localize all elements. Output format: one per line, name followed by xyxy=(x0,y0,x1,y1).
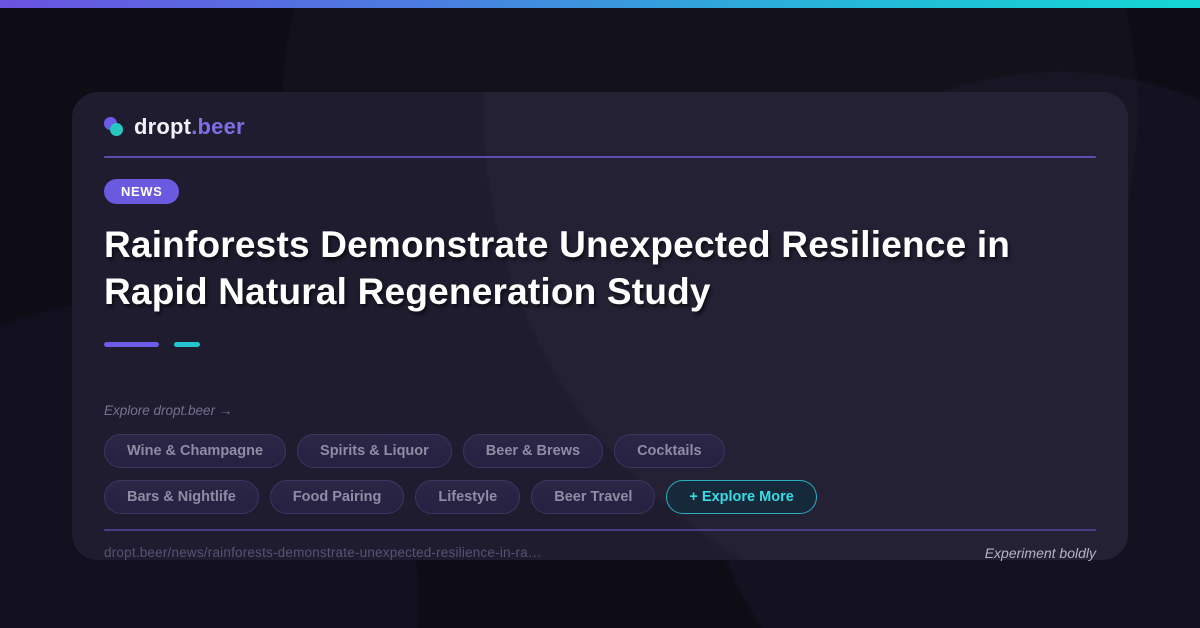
top-gradient-bar xyxy=(0,0,1200,8)
category-pill-bars-nightlife[interactable]: Bars & Nightlife xyxy=(104,480,259,514)
explore-more-button[interactable]: + Explore More xyxy=(666,480,817,514)
news-badge[interactable]: NEWS xyxy=(104,179,180,204)
logo-teal-circle xyxy=(110,123,123,136)
brand-name-secondary: .beer xyxy=(191,114,245,139)
article-headline: Rainforests Demonstrate Unexpected Resil… xyxy=(104,224,1011,312)
header-divider xyxy=(104,156,1096,158)
category-pill-beer-brews[interactable]: Beer & Brews xyxy=(462,434,604,468)
accent-bars xyxy=(104,342,1096,347)
brand-name-primary: dropt xyxy=(134,114,192,139)
category-pills: Wine & Champagne Spirits & Liquor Beer &… xyxy=(104,434,1096,514)
category-pill-spirits-liquor[interactable]: Spirits & Liquor xyxy=(297,434,452,468)
category-row-1: Wine & Champagne Spirits & Liquor Beer &… xyxy=(104,434,1096,468)
footer-divider xyxy=(104,529,1096,531)
dropt-logo-icon xyxy=(104,116,126,138)
category-pill-lifestyle[interactable]: Lifestyle xyxy=(415,480,521,514)
brand-name: dropt.beer xyxy=(134,114,245,140)
brand-tagline: Experiment boldly xyxy=(984,544,1096,561)
teal-accent-bar xyxy=(174,342,200,347)
article-url: dropt.beer/news/rainforests-demonstrate-… xyxy=(104,545,542,560)
share-card: dropt.beer NEWS Rainforests Demonstrate … xyxy=(72,92,1128,561)
category-row-2: Bars & Nightlife Food Pairing Lifestyle … xyxy=(104,480,1096,514)
explore-label: Explore dropt.beer → xyxy=(104,403,233,418)
brand-header: dropt.beer xyxy=(104,112,1096,142)
category-pill-cocktails[interactable]: Cocktails xyxy=(614,434,725,468)
card-footer: dropt.beer/news/rainforests-demonstrate-… xyxy=(104,545,1096,561)
category-pill-beer-travel[interactable]: Beer Travel xyxy=(531,480,656,514)
category-pill-food-pairing[interactable]: Food Pairing xyxy=(269,480,405,514)
purple-accent-bar xyxy=(104,342,159,347)
category-pill-wine-champagne[interactable]: Wine & Champagne xyxy=(104,434,287,468)
